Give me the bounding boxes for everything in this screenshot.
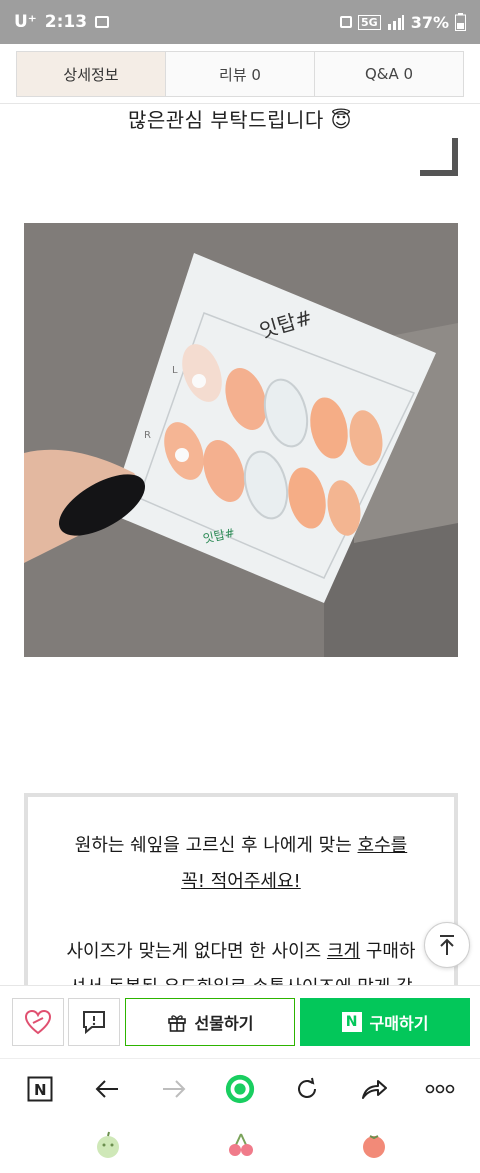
buy-button[interactable]: N 구매하기 — [300, 998, 470, 1046]
signal-icon — [387, 15, 404, 30]
detail-tabs: 상세정보 리뷰 0 Q&A 0 — [16, 51, 464, 97]
gift-label: 선물하기 — [194, 1014, 254, 1033]
nav-back-button[interactable] — [359, 1130, 389, 1160]
forward-button[interactable] — [158, 1073, 190, 1105]
status-bar: U⁺ 2:13 5G 37% — [0, 0, 480, 44]
back-button[interactable] — [91, 1073, 123, 1105]
purchase-bar: 선물하기 N 구매하기 — [0, 985, 480, 1058]
battery-icon — [455, 13, 466, 31]
info-text-underlined: 꼭! 적어주세요! — [181, 871, 301, 892]
info-text-underlined: 크게 — [326, 941, 361, 962]
forward-arrow-icon — [163, 1080, 186, 1098]
nail-tips-illustration: 잇탑# 잇탑# L R — [24, 223, 458, 657]
more-button[interactable] — [424, 1073, 456, 1105]
more-icon — [425, 1084, 455, 1094]
system-nav-bar — [0, 1118, 480, 1173]
like-button[interactable] — [12, 998, 64, 1046]
info-line-1: 원하는 쉐잎을 고르신 후 나에게 맞는 호수를 — [28, 831, 454, 857]
info-text: 사이즈가 맞는게 없다면 한 사이즈 — [66, 941, 327, 962]
info-line-2: 꼭! 적어주세요! — [28, 867, 454, 893]
info-line-3: 사이즈가 맞는게 없다면 한 사이즈 크게 구매하 — [28, 937, 454, 963]
naver-n-icon: N — [341, 1012, 362, 1032]
chat-icon — [83, 1011, 105, 1035]
share-button[interactable] — [358, 1073, 390, 1105]
corner-bracket-decoration — [420, 138, 458, 176]
green-dot-button[interactable] — [224, 1073, 256, 1105]
carrier-label: U⁺ — [14, 12, 37, 32]
label-right: R — [144, 430, 151, 441]
cherry-icon — [229, 1133, 253, 1156]
notice-text: 많은관심 부탁드립니다 😇 — [127, 108, 353, 132]
browser-toolbar: N — [0, 1058, 480, 1118]
apple-icon — [97, 1131, 119, 1158]
home-circle-icon — [225, 1074, 255, 1104]
gift-button[interactable]: 선물하기 — [125, 998, 295, 1046]
tab-details[interactable]: 상세정보 — [17, 52, 166, 96]
info-text: 구매하 — [360, 941, 416, 962]
refresh-icon — [298, 1077, 316, 1098]
share-icon — [362, 1080, 387, 1099]
info-text-underlined: 호수를 — [357, 835, 408, 856]
gallery-icon — [95, 16, 110, 28]
network-label: 5G — [358, 14, 381, 30]
tab-qna[interactable]: Q&A 0 — [315, 52, 463, 96]
svg-text:N: N — [34, 1081, 47, 1099]
refresh-button[interactable] — [291, 1073, 323, 1105]
gift-icon — [167, 1015, 186, 1032]
naver-n-icon: N — [27, 1076, 53, 1102]
label-left: L — [172, 365, 178, 376]
back-arrow-icon — [95, 1080, 118, 1098]
tab-reviews[interactable]: 리뷰 0 — [166, 52, 315, 96]
info-text: 원하는 쉐잎을 고르신 후 나에게 맞는 — [74, 835, 358, 856]
scroll-top-button[interactable] — [424, 922, 470, 968]
product-photo: 잇탑# 잇탑# L R — [24, 223, 458, 657]
naver-home-button[interactable]: N — [24, 1073, 56, 1105]
arrow-up-icon — [440, 935, 454, 955]
heart-icon — [24, 1009, 52, 1035]
nfc-icon — [340, 16, 353, 28]
nav-home-button[interactable] — [226, 1130, 256, 1160]
clock: 2:13 — [44, 12, 88, 32]
nav-recent-button[interactable] — [93, 1130, 123, 1160]
tomato-icon — [363, 1135, 385, 1158]
buy-label: 구매하기 — [369, 1014, 429, 1033]
battery-percent: 37% — [410, 12, 449, 32]
talk-button[interactable] — [68, 998, 120, 1046]
